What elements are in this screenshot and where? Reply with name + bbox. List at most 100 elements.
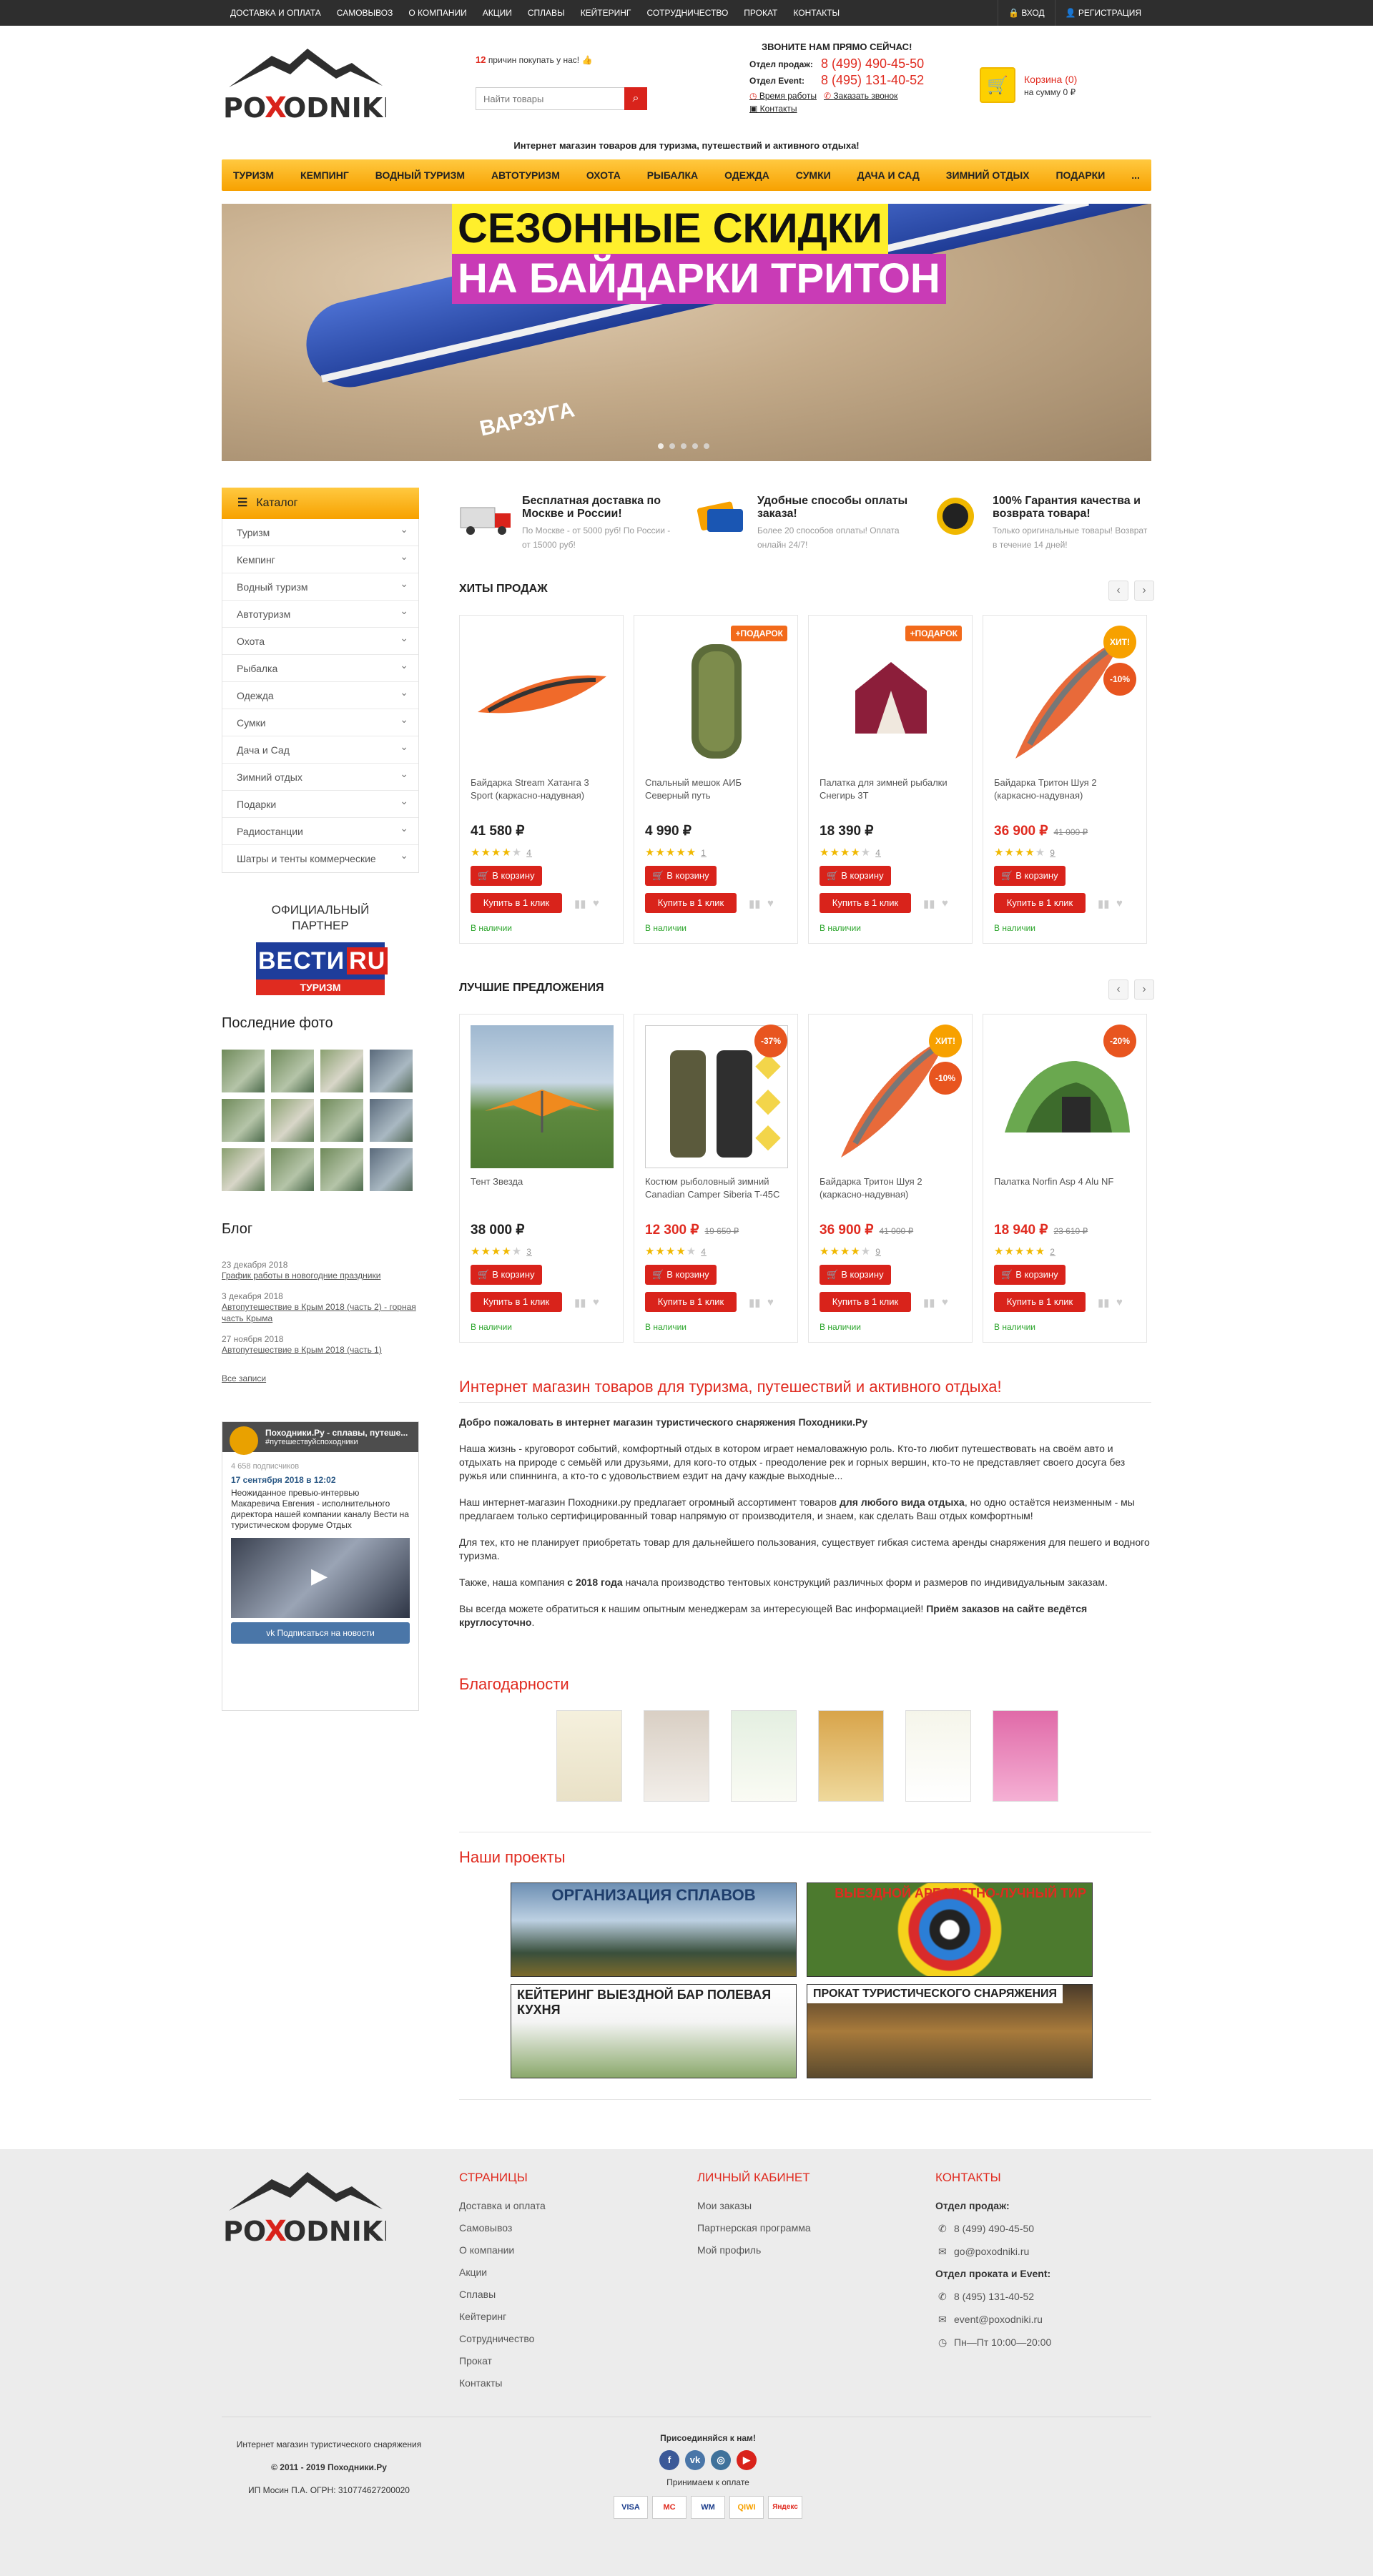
add-to-cart-button[interactable]: 🛒 В корзину <box>471 1265 542 1285</box>
product-card[interactable]: ХИТ! -10% Байдарка Тритон Шуя 2 (каркасн… <box>983 615 1147 944</box>
footer-link[interactable]: Самовывоз <box>459 2217 546 2239</box>
vk-subscribe-button[interactable]: vk Подписаться на новости <box>231 1622 410 1644</box>
product-reviews[interactable]: 9 <box>1050 848 1055 858</box>
blog-link[interactable]: Автопутешествие в Крым 2018 (часть 2) - … <box>222 1301 419 1324</box>
footer-sales-mail[interactable]: ✉ go@poxodniki.ru <box>935 2240 1051 2263</box>
thanks-letter[interactable] <box>556 1710 622 1802</box>
top-nav-promo[interactable]: Акции <box>475 0 520 26</box>
vk-video[interactable] <box>231 1538 410 1618</box>
footer-link[interactable]: Контакты <box>459 2372 546 2394</box>
product-card[interactable]: Байдарка Stream Хатанга 3 Sport (каркасн… <box>459 615 624 944</box>
menu-garden[interactable]: Дача и сад <box>850 159 927 191</box>
product-reviews[interactable]: 2 <box>1050 1247 1055 1257</box>
product-name[interactable]: Байдарка Тритон Шуя 2 (каркасно-надувная… <box>994 776 1137 815</box>
footer-link[interactable]: Доставка и оплата <box>459 2195 546 2217</box>
photo-thumb[interactable] <box>222 1099 265 1142</box>
blog-all-link[interactable]: Все записи <box>222 1373 419 1384</box>
product-name[interactable]: Спальный мешок АИБ Северный путь <box>645 776 788 815</box>
product-name[interactable]: Байдарка Тритон Шуя 2 (каркасно-надувная… <box>820 1175 963 1214</box>
product-image[interactable] <box>471 626 614 769</box>
footer-link[interactable]: Мои заказы <box>697 2195 811 2217</box>
product-card[interactable]: Тент Звезда 38 000 ₽ ★★★★★ 3 🛒 В корзину … <box>459 1014 624 1343</box>
product-card[interactable]: -37% Костюм рыболовный зимний Canadian C… <box>634 1014 798 1343</box>
top-nav-cooperation[interactable]: Сотрудничество <box>639 0 736 26</box>
next-arrow[interactable]: › <box>1134 979 1154 1000</box>
contacts-link[interactable]: ▣ Контакты <box>749 104 797 114</box>
banner-dot[interactable] <box>681 443 686 449</box>
buy-one-click-button[interactable]: Купить в 1 клик <box>471 1292 562 1312</box>
catalog-item[interactable]: Сумки <box>222 706 418 736</box>
product-card[interactable]: +ПОДАРОК Спальный мешок АИБ Северный пут… <box>634 615 798 944</box>
catalog-item[interactable]: Кемпинг <box>222 543 418 573</box>
banner-dot[interactable] <box>704 443 709 449</box>
heart-icon[interactable]: ♥ <box>1116 1296 1123 1308</box>
site-logo[interactable]: PO X ODNIKI <box>222 43 393 124</box>
project-archery[interactable]: ВЫЕЗДНОЙ АРБАЛЕТНО-ЛУЧНЫЙ ТИР <box>807 1882 1093 1977</box>
menu-more[interactable]: ... <box>1124 159 1147 191</box>
top-nav-pickup[interactable]: Самовывоз <box>329 0 401 26</box>
footer-link[interactable]: Мой профиль <box>697 2239 811 2261</box>
menu-fishing[interactable]: Рыбалка <box>640 159 705 191</box>
product-name[interactable]: Палатка для зимней рыбалки Снегирь 3Т <box>820 776 963 815</box>
catalog-item[interactable]: Дача и Сад <box>222 733 418 764</box>
product-reviews[interactable]: 4 <box>875 848 881 858</box>
add-to-cart-button[interactable]: 🛒 В корзину <box>994 1265 1066 1285</box>
catalog-item[interactable]: Туризм <box>222 515 418 546</box>
photo-thumb[interactable] <box>271 1099 314 1142</box>
heart-icon[interactable]: ♥ <box>593 1296 599 1308</box>
project-rafting[interactable]: ОРГАНИЗАЦИЯ СПЛАВОВ <box>511 1882 797 1977</box>
compare-icon[interactable]: ▮▮ <box>749 1296 761 1309</box>
compare-icon[interactable]: ▮▮ <box>574 1296 586 1309</box>
product-card[interactable]: +ПОДАРОК Палатка для зимней рыбалки Снег… <box>808 615 973 944</box>
footer-link[interactable]: Сплавы <box>459 2284 546 2306</box>
add-to-cart-button[interactable]: 🛒 В корзину <box>645 1265 717 1285</box>
compare-icon[interactable]: ▮▮ <box>1098 897 1110 910</box>
menu-winter[interactable]: Зимний отдых <box>939 159 1037 191</box>
top-nav-rental[interactable]: Прокат <box>736 0 785 26</box>
reasons-link[interactable]: 12 причин покупать у нас! 👍 <box>476 54 592 65</box>
search-button[interactable]: ⌕ <box>624 87 647 110</box>
facebook-icon[interactable]: f <box>659 2450 679 2470</box>
product-card[interactable]: ХИТ! -10% Байдарка Тритон Шуя 2 (каркасн… <box>808 1014 973 1343</box>
promo-banner[interactable]: ВАРЗУГА СЕЗОННЫЕ СКИДКИ НА БАЙДАРКИ ТРИТ… <box>222 204 1151 461</box>
catalog-item[interactable]: Одежда <box>222 678 418 709</box>
cart-widget[interactable]: 🛒 Корзина (0) на сумму 0 ₽ <box>980 67 1077 103</box>
register-link[interactable]: 👤 РЕГИСТРАЦИЯ <box>1054 0 1151 26</box>
buy-one-click-button[interactable]: Купить в 1 клик <box>471 893 562 913</box>
add-to-cart-button[interactable]: 🛒 В корзину <box>471 866 542 886</box>
catalog-item[interactable]: Охота <box>222 624 418 655</box>
compare-icon[interactable]: ▮▮ <box>749 897 761 910</box>
vk-header[interactable]: Походники.Ру - сплавы, путеше... #путешес… <box>222 1422 418 1455</box>
top-nav-rafting[interactable]: Сплавы <box>520 0 573 26</box>
heart-icon[interactable]: ♥ <box>767 1296 774 1308</box>
compare-icon[interactable]: ▮▮ <box>923 1296 935 1309</box>
photo-thumb[interactable] <box>222 1148 265 1191</box>
footer-link[interactable]: Прокат <box>459 2350 546 2372</box>
event-phone[interactable]: 8 (495) 131-40-52 <box>821 73 924 88</box>
product-name[interactable]: Байдарка Stream Хатанга 3 Sport (каркасн… <box>471 776 614 815</box>
compare-icon[interactable]: ▮▮ <box>574 897 586 910</box>
prev-arrow[interactable]: ‹ <box>1108 581 1128 601</box>
catalog-item[interactable]: Водный туризм <box>222 570 418 601</box>
add-to-cart-button[interactable]: 🛒 В корзину <box>645 866 717 886</box>
photo-thumb[interactable] <box>271 1148 314 1191</box>
menu-gifts[interactable]: Подарки <box>1048 159 1112 191</box>
top-nav-contacts[interactable]: Контакты <box>785 0 847 26</box>
photo-thumb[interactable] <box>320 1050 363 1092</box>
catalog-item[interactable]: Зимний отдых <box>222 760 418 791</box>
menu-clothes[interactable]: Одежда <box>717 159 777 191</box>
add-to-cart-button[interactable]: 🛒 В корзину <box>820 1265 891 1285</box>
catalog-item[interactable]: Шатры и тенты коммерческие <box>222 842 418 872</box>
thanks-letter[interactable] <box>644 1710 709 1802</box>
thanks-letter[interactable] <box>731 1710 797 1802</box>
product-card[interactable]: -20% Палатка Norfin Asp 4 Alu NF 18 940 … <box>983 1014 1147 1343</box>
product-reviews[interactable]: 4 <box>701 1247 707 1257</box>
buy-one-click-button[interactable]: Купить в 1 клик <box>820 893 911 913</box>
heart-icon[interactable]: ♥ <box>1116 897 1123 909</box>
product-reviews[interactable]: 9 <box>875 1247 881 1257</box>
top-nav-about[interactable]: О компании <box>400 0 474 26</box>
menu-auto[interactable]: Автотуризм <box>484 159 567 191</box>
prev-arrow[interactable]: ‹ <box>1108 979 1128 1000</box>
photo-thumb[interactable] <box>370 1148 413 1191</box>
banner-dot[interactable] <box>658 443 664 449</box>
